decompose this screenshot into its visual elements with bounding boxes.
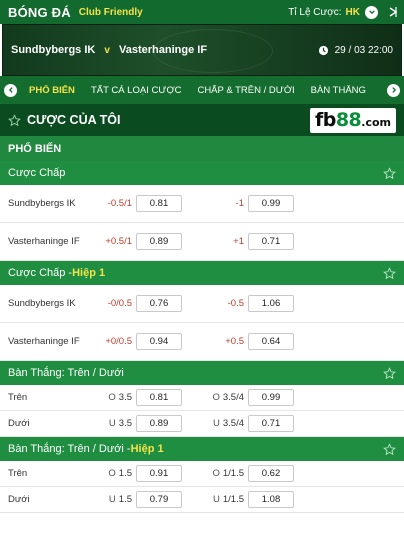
- market-header-handicap-first-half[interactable]: Cược Chấp - Hiệp 1: [0, 261, 404, 285]
- star-outline-icon[interactable]: [383, 266, 396, 280]
- selection-name: Trên: [8, 392, 28, 403]
- odds-button[interactable]: 1.06: [248, 295, 294, 312]
- handicap-line: +0.5/1: [105, 236, 132, 247]
- handicap-line: -0.5: [227, 298, 244, 309]
- chevron-down-icon[interactable]: [365, 5, 378, 19]
- odds-button[interactable]: 0.76: [136, 295, 182, 312]
- tab-popular[interactable]: PHỔ BIẾN: [21, 85, 83, 96]
- selection-name: Vasterhaninge IF: [8, 236, 80, 247]
- odds-button[interactable]: 0.94: [136, 333, 182, 350]
- chevron-left-icon[interactable]: [4, 83, 17, 97]
- star-outline-icon[interactable]: [8, 113, 21, 127]
- odds-button[interactable]: 0.99: [248, 195, 294, 212]
- table-row: Trên O 1.5 0.91 O 1/1.5 0.62: [0, 461, 404, 487]
- market-title: Bàn Thắng: Trên / Dưới -: [8, 443, 131, 455]
- table-row: Sundbybergs IK -0.5/1 0.81 -1 0.99: [0, 185, 404, 223]
- handicap-line: +1: [233, 236, 244, 247]
- away-team: Vasterhaninge IF: [119, 44, 208, 56]
- goal-line: U 1/1.5: [212, 494, 244, 505]
- table-row: Sundbybergs IK -0/0.5 0.76 -0.5 1.06: [0, 285, 404, 323]
- selection-name: Sundbybergs IK: [8, 298, 76, 309]
- goal-line: O 3.5/4: [212, 392, 244, 403]
- odds-button[interactable]: 0.71: [248, 233, 294, 250]
- market-header-handicap[interactable]: Cược Chấp: [0, 161, 404, 185]
- my-bets-bar[interactable]: CƯỢC CỦA TÔI fb 88 .com: [0, 104, 404, 136]
- market-period: Hiệp 1: [130, 443, 164, 455]
- match-banner: Sundbybergs IK v Vasterhaninge IF 29 / 0…: [2, 24, 402, 76]
- bet-type-tabs: PHỔ BIẾN TẤT CẢ LOẠI CƯỢC CHẤP & TRÊN / …: [0, 76, 404, 104]
- versus-label: v: [104, 45, 110, 56]
- odds-button[interactable]: 0.79: [136, 491, 182, 508]
- goal-line: U 3.5/4: [212, 418, 244, 429]
- star-outline-icon[interactable]: [383, 166, 396, 180]
- match-teams: Sundbybergs IK v Vasterhaninge IF: [11, 44, 207, 56]
- live-clock-icon: [318, 45, 328, 55]
- odds-button[interactable]: 0.89: [136, 415, 182, 432]
- home-team: Sundbybergs IK: [11, 44, 96, 56]
- odds-button[interactable]: 0.91: [136, 465, 182, 482]
- table-row: Trên O 3.5 0.81 O 3.5/4 0.99: [0, 385, 404, 411]
- handicap-line: +0.5: [225, 336, 244, 347]
- market-title: Cược Chấp -: [8, 267, 73, 279]
- goal-line: U 3.5: [108, 418, 132, 429]
- table-row: Vasterhaninge IF +0/0.5 0.94 +0.5 0.64: [0, 323, 404, 361]
- section-popular-label: PHỔ BIẾN: [0, 136, 404, 161]
- odds-button[interactable]: 0.89: [136, 233, 182, 250]
- odds-button[interactable]: 0.62: [248, 465, 294, 482]
- handicap-line: -1: [235, 198, 244, 209]
- tab-list: PHỔ BIẾN TẤT CẢ LOẠI CƯỢC CHẤP & TRÊN / …: [21, 85, 383, 96]
- table-row: Vasterhaninge IF +0.5/1 0.89 +1 0.71: [0, 223, 404, 261]
- fb88-logo: fb 88 .com: [309, 107, 396, 133]
- odds-button[interactable]: 1.08: [248, 491, 294, 508]
- odds-button[interactable]: 0.99: [248, 389, 294, 406]
- tab-goals[interactable]: BÀN THẮNG: [303, 85, 374, 96]
- match-datetime: 29 / 03 22:00: [334, 44, 393, 56]
- star-outline-icon[interactable]: [383, 442, 396, 456]
- odds-format-value[interactable]: HK: [346, 7, 360, 18]
- match-time: 29 / 03 22:00: [318, 45, 393, 56]
- star-outline-icon[interactable]: [383, 366, 396, 380]
- table-row: Dưới U 3.5 0.89 U 3.5/4 0.71: [0, 411, 404, 437]
- collapse-icon[interactable]: [388, 6, 398, 18]
- goal-line: U 1.5: [108, 494, 132, 505]
- selection-name: Vasterhaninge IF: [8, 336, 80, 347]
- selection-name: Dưới: [8, 418, 30, 429]
- tab-all-bets[interactable]: TẤT CẢ LOẠI CƯỢC: [83, 85, 190, 96]
- odds-format-label: Tỉ Lệ Cược:: [288, 6, 342, 18]
- market-header-over-under-first-half[interactable]: Bàn Thắng: Trên / Dưới - Hiệp 1: [0, 437, 404, 461]
- market-header-over-under[interactable]: Bàn Thắng: Trên / Dưới: [0, 361, 404, 385]
- goal-line: O 1.5: [108, 468, 132, 479]
- my-bets-label: CƯỢC CỦA TÔI: [27, 113, 121, 127]
- top-bar: BÓNG ĐÁ Club Friendly Tỉ Lệ Cược: HK: [0, 0, 404, 24]
- odds-button[interactable]: 0.64: [248, 333, 294, 350]
- tab-handicap-over-under[interactable]: CHẤP & TRÊN / DƯỚI: [189, 85, 302, 96]
- handicap-line: -0.5/1: [107, 198, 132, 209]
- chevron-right-icon[interactable]: [387, 83, 400, 97]
- selection-name: Dưới: [8, 494, 30, 505]
- market-title: Bàn Thắng: Trên / Dưới: [8, 367, 124, 379]
- sport-title: BÓNG ĐÁ: [8, 4, 71, 20]
- goal-line: O 1/1.5: [212, 468, 244, 479]
- market-period: Hiệp 1: [72, 267, 106, 279]
- handicap-line: +0/0.5: [105, 336, 132, 347]
- goal-line: O 3.5: [108, 392, 132, 403]
- selection-name: Trên: [8, 468, 28, 479]
- selection-name: Sundbybergs IK: [8, 198, 76, 209]
- league-name: Club Friendly: [78, 6, 143, 18]
- market-title: Cược Chấp: [8, 167, 66, 179]
- handicap-line: -0/0.5: [107, 298, 132, 309]
- odds-button[interactable]: 0.81: [136, 195, 182, 212]
- odds-button[interactable]: 0.81: [136, 389, 182, 406]
- odds-button[interactable]: 0.71: [248, 415, 294, 432]
- table-row: Dưới U 1.5 0.79 U 1/1.5 1.08: [0, 487, 404, 513]
